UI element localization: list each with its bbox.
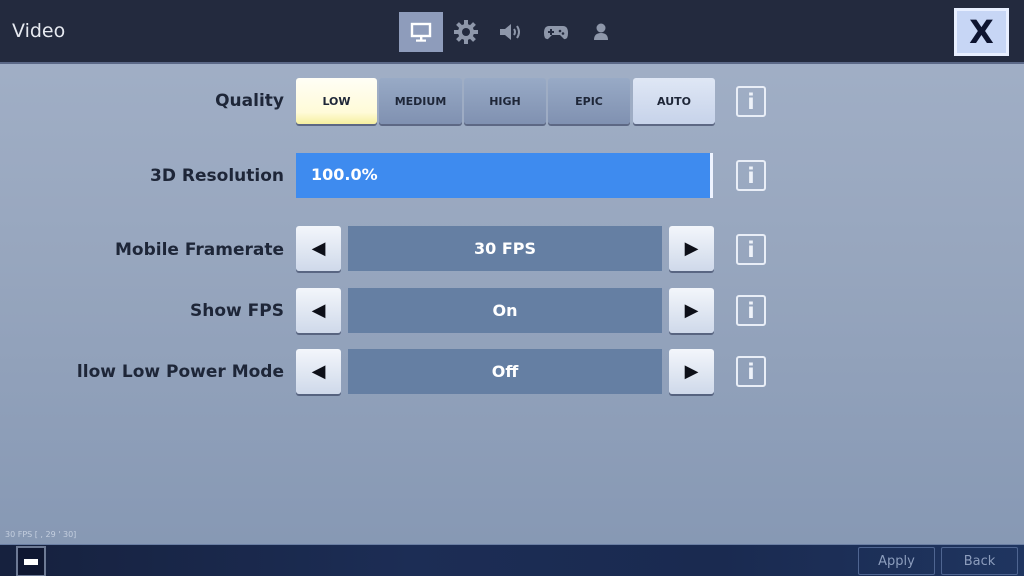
gamepad-icon bbox=[544, 26, 568, 40]
low-power-next-button[interactable]: ▶ bbox=[669, 349, 714, 394]
show-fps-label: Show FPS bbox=[190, 301, 284, 321]
quality-info-button[interactable]: i bbox=[736, 86, 766, 117]
info-icon: i bbox=[747, 298, 755, 323]
bottom-bar: Apply Back bbox=[0, 544, 1024, 576]
show-fps-info-button[interactable]: i bbox=[736, 295, 766, 326]
low-power-value: Off bbox=[348, 349, 662, 394]
minimize-button[interactable] bbox=[16, 546, 46, 576]
monitor-icon bbox=[410, 22, 432, 42]
tab-game[interactable] bbox=[444, 12, 488, 52]
tab-account[interactable] bbox=[579, 12, 623, 52]
quality-option-medium[interactable]: MEDIUM bbox=[379, 78, 462, 124]
apply-button[interactable]: Apply bbox=[858, 547, 935, 575]
show-fps-prev-button[interactable]: ◀ bbox=[296, 288, 341, 333]
resolution-value: 100.0% bbox=[311, 165, 378, 184]
info-icon: i bbox=[747, 163, 755, 188]
resolution-label: 3D Resolution bbox=[150, 166, 284, 186]
user-icon bbox=[594, 23, 608, 40]
quality-option-low[interactable]: LOW bbox=[296, 78, 377, 124]
settings-tabs bbox=[399, 12, 624, 52]
back-button[interactable]: Back bbox=[941, 547, 1018, 575]
top-bar: Video X bbox=[0, 0, 1024, 64]
low-power-info-button[interactable]: i bbox=[736, 356, 766, 387]
quality-option-epic[interactable]: EPIC bbox=[548, 78, 630, 124]
page-title: Video bbox=[12, 20, 66, 42]
close-button[interactable]: X bbox=[954, 8, 1009, 56]
tab-audio[interactable] bbox=[489, 12, 533, 52]
framerate-value: 30 FPS bbox=[348, 226, 662, 271]
resolution-info-button[interactable]: i bbox=[736, 160, 766, 191]
info-icon: i bbox=[747, 237, 755, 262]
gear-icon bbox=[454, 20, 478, 44]
info-icon: i bbox=[747, 359, 755, 384]
quality-option-auto[interactable]: AUTO bbox=[633, 78, 715, 124]
quality-label: Quality bbox=[215, 91, 284, 111]
info-icon: i bbox=[747, 89, 755, 114]
low-power-prev-button[interactable]: ◀ bbox=[296, 349, 341, 394]
framerate-next-button[interactable]: ▶ bbox=[669, 226, 714, 271]
show-fps-next-button[interactable]: ▶ bbox=[669, 288, 714, 333]
quality-option-high[interactable]: HIGH bbox=[464, 78, 546, 124]
framerate-info-button[interactable]: i bbox=[736, 234, 766, 265]
fps-counter: 30 FPS [ , 29 ' 30] bbox=[5, 530, 77, 539]
tab-video[interactable] bbox=[399, 12, 443, 52]
low-power-label: llow Low Power Mode bbox=[76, 362, 284, 382]
framerate-label: Mobile Framerate bbox=[114, 240, 284, 260]
show-fps-value: On bbox=[348, 288, 662, 333]
resolution-slider[interactable]: 100.0% bbox=[296, 153, 713, 198]
speaker-icon bbox=[500, 24, 520, 40]
minimize-icon bbox=[24, 558, 38, 565]
framerate-prev-button[interactable]: ◀ bbox=[296, 226, 341, 271]
tab-controller[interactable] bbox=[534, 12, 578, 52]
